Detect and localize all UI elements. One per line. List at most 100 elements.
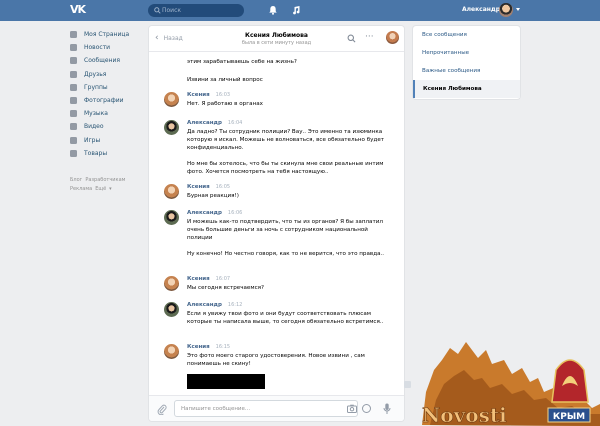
left-nav: Моя Страница Новости Сообщения Друзья Группы…	[70, 28, 145, 160]
message-time[interactable]: 16:15	[216, 344, 230, 350]
music-icon	[70, 110, 77, 118]
chevron-down-icon: ▾	[109, 186, 112, 192]
chat-header: ‹ Назад Ксения Любимова была в сети мину…	[149, 26, 404, 52]
user-avatar[interactable]	[499, 3, 513, 17]
nav-item-label: Товары	[84, 149, 108, 157]
author-name: Ксения	[187, 276, 210, 282]
nav-item-label: Сообщения	[84, 57, 121, 65]
bell-icon[interactable]	[268, 5, 278, 15]
search-input[interactable]	[162, 5, 240, 16]
message-author[interactable]: Ксения 16:15	[187, 344, 230, 350]
messages-icon	[70, 57, 77, 65]
message-avatar[interactable]	[164, 276, 179, 291]
nav-item-label: Новости	[84, 44, 111, 52]
photos-icon	[70, 97, 77, 105]
author-name: Александр	[187, 302, 222, 308]
nav-item-messages[interactable]: Сообщения	[70, 54, 145, 67]
nav-item-label: Друзья	[84, 70, 107, 78]
message-text: Извини за личный вопрос	[187, 77, 263, 83]
nav-item-label: Группы	[84, 83, 108, 91]
attached-photo[interactable]	[187, 374, 265, 389]
message-text: Бурная реакция!)	[187, 193, 239, 199]
message-author[interactable]: Александр 16:06	[187, 210, 242, 216]
message-author[interactable]: Ксения 16:03	[187, 92, 230, 98]
home-icon	[70, 31, 77, 39]
nav-item-games[interactable]: Игры	[70, 134, 145, 147]
emoji-icon[interactable]	[362, 404, 371, 413]
nav-item-goods[interactable]: Товары	[70, 147, 145, 160]
message-avatar[interactable]	[164, 302, 179, 317]
microphone-icon[interactable]	[383, 403, 391, 415]
nav-item-label: Игры	[84, 136, 101, 144]
video-icon	[70, 123, 77, 131]
contact-avatar[interactable]	[386, 31, 399, 44]
footer-links: Блог Разработчикам Реклама Ещё ▾	[70, 176, 140, 194]
message-avatar[interactable]	[164, 184, 179, 199]
filter-all-messages[interactable]: Все сообщения	[413, 26, 520, 44]
footer-link[interactable]: Блог	[70, 177, 82, 183]
nav-item-label: Моя Страница	[84, 31, 130, 39]
nav-item-friends[interactable]: Друзья	[70, 68, 145, 81]
message-text: Это фото моего старого удостоверения. Но…	[187, 353, 365, 368]
author-name: Ксения	[187, 92, 210, 98]
music-icon[interactable]	[291, 5, 301, 15]
message-author[interactable]: Александр 16:12	[187, 302, 242, 308]
message-avatar[interactable]	[164, 92, 179, 107]
search-icon	[154, 7, 161, 14]
footer-link[interactable]: Реклама	[70, 186, 92, 192]
message-input[interactable]	[174, 400, 358, 417]
nav-item-groups[interactable]: Группы	[70, 81, 145, 94]
chevron-down-icon[interactable]	[516, 8, 520, 11]
message-avatar[interactable]	[164, 120, 179, 135]
watermark-badge: КРЫМ	[553, 412, 585, 422]
author-name: Ксения	[187, 184, 210, 190]
message-author[interactable]: Ксения 16:05	[187, 184, 230, 190]
author-name: Александр	[187, 120, 222, 126]
footer-link[interactable]: Ещё	[95, 186, 106, 192]
user-name[interactable]: Александр	[462, 6, 500, 13]
message-time[interactable]: 16:12	[228, 302, 242, 308]
filter-important[interactable]: Важные сообщения	[413, 62, 520, 80]
more-icon[interactable]: ···	[365, 33, 374, 42]
search-box[interactable]	[148, 4, 244, 17]
message-author[interactable]: Ксения 16:07	[187, 276, 230, 282]
message-author[interactable]: Александр 16:04	[187, 120, 242, 126]
composer	[149, 395, 404, 421]
message-time[interactable]: 16:05	[216, 184, 230, 190]
nav-item-video[interactable]: Видео	[70, 120, 145, 133]
message-time[interactable]: 16:06	[228, 210, 242, 216]
message-text: Да ладно? Ты сотрудник полиции? Вау.. Эт…	[187, 129, 385, 152]
message-text: Но мне бы хотелось, что бы ты скинула мн…	[187, 161, 384, 176]
search-icon[interactable]	[347, 34, 356, 43]
message-time[interactable]: 16:07	[216, 276, 230, 282]
nav-item-label: Видео	[84, 123, 104, 131]
footer-link[interactable]: Разработчикам	[85, 177, 125, 183]
nav-item-news[interactable]: Новости	[70, 41, 145, 54]
message-text: этим зарабатываешь себе на жизнь?	[187, 59, 297, 65]
friends-icon	[70, 70, 77, 78]
author-name: Ксения	[187, 344, 210, 350]
scroll-down-button[interactable]	[404, 381, 411, 388]
message-text: Нет. Я работаю в органах	[187, 101, 263, 107]
paperclip-icon[interactable]	[157, 404, 167, 415]
message-time[interactable]: 16:03	[216, 92, 230, 98]
news-icon	[70, 44, 77, 52]
vk-logo[interactable]: VK	[70, 4, 88, 16]
nav-item-photos[interactable]: Фотографии	[70, 94, 145, 107]
nav-item-home[interactable]: Моя Страница	[70, 28, 145, 41]
goods-icon	[70, 149, 77, 157]
games-icon	[70, 136, 77, 144]
message-avatar[interactable]	[164, 344, 179, 359]
filter-unread[interactable]: Непрочитанные	[413, 44, 520, 62]
nav-item-music[interactable]: Музыка	[70, 107, 145, 120]
message-text: Мы сегодня встречаемся?	[187, 285, 264, 291]
author-name: Александр	[187, 210, 222, 216]
active-conversation[interactable]: Ксения Любимова	[413, 80, 520, 98]
novosti-krym-watermark: Novosti КРЫМ	[422, 342, 600, 426]
camera-icon[interactable]	[347, 404, 357, 413]
chat-panel: ‹ Назад Ксения Любимова была в сети мину…	[149, 26, 404, 421]
message-avatar[interactable]	[164, 210, 179, 225]
top-bar: VK Александр	[0, 0, 600, 21]
message-text: И можешь как-то подтвердить, что ты из о…	[187, 219, 383, 242]
message-time[interactable]: 16:04	[228, 120, 242, 126]
